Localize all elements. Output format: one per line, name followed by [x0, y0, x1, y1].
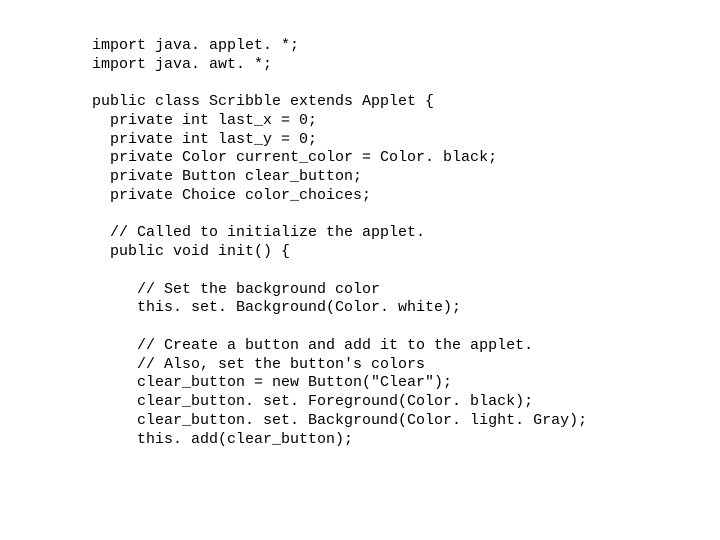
code-line: import java. awt. *;: [92, 56, 272, 73]
code-line: private int last_y = 0;: [92, 131, 317, 148]
code-line: clear_button. set. Background(Color. lig…: [92, 412, 587, 429]
code-line: import java. applet. *;: [92, 37, 299, 54]
code-line: public void init() {: [92, 243, 290, 260]
code-line: this. set. Background(Color. white);: [92, 299, 461, 316]
code-line: private int last_x = 0;: [92, 112, 317, 129]
code-line: private Color current_color = Color. bla…: [92, 149, 497, 166]
code-line: clear_button. set. Foreground(Color. bla…: [92, 393, 533, 410]
code-line: private Choice color_choices;: [92, 187, 371, 204]
code-line: clear_button = new Button("Clear");: [92, 374, 452, 391]
code-line: // Also, set the button's colors: [92, 356, 425, 373]
code-line: // Called to initialize the applet.: [92, 224, 425, 241]
code-line: // Set the background color: [92, 281, 380, 298]
code-line: private Button clear_button;: [92, 168, 362, 185]
code-block: import java. applet. *; import java. awt…: [0, 0, 720, 449]
code-line: // Create a button and add it to the app…: [92, 337, 533, 354]
code-line: public class Scribble extends Applet {: [92, 93, 434, 110]
code-line: this. add(clear_button);: [92, 431, 353, 448]
